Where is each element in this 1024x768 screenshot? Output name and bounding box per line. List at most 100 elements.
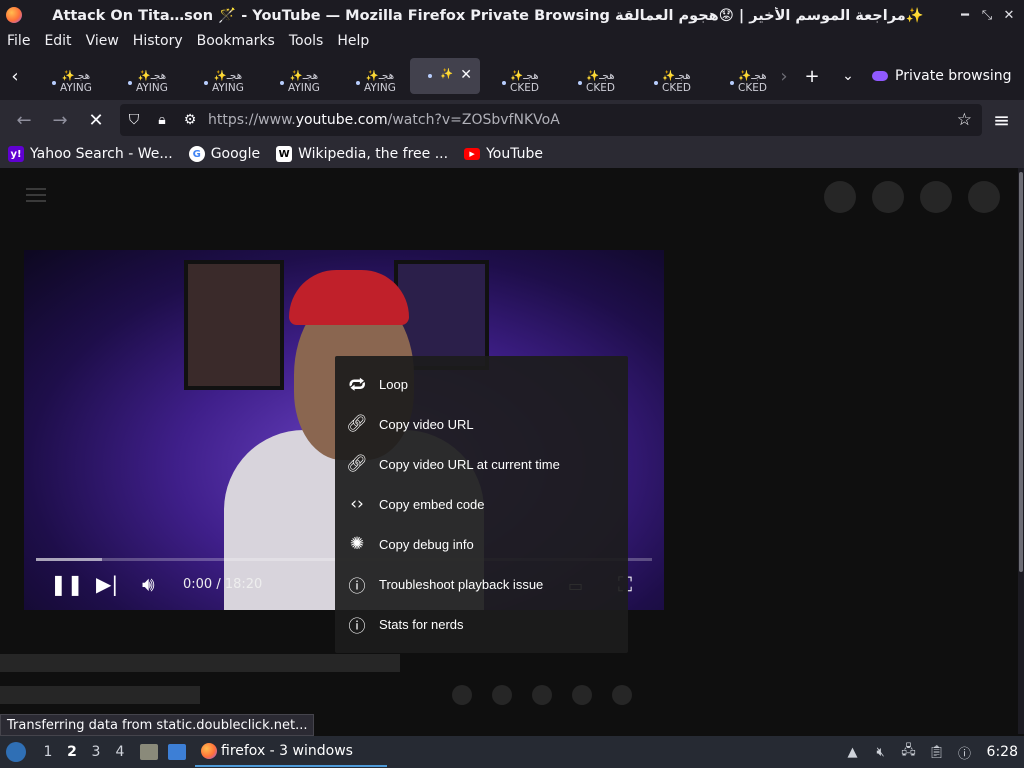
workspace-2[interactable]: 2 (60, 744, 84, 760)
minimize-icon[interactable]: ━ (954, 8, 976, 23)
scroll-tabs-right-icon[interactable]: › (774, 66, 794, 87)
action-placeholder (452, 685, 472, 705)
forward-icon[interactable]: → (42, 110, 78, 131)
menu-help[interactable]: Help (330, 33, 376, 49)
context-menu-loop[interactable]: 🔁︎ Loop (335, 364, 628, 404)
bookmark-star-icon[interactable]: ☆ (957, 110, 972, 130)
tab[interactable]: ✨هجـ AYING (258, 58, 334, 94)
workspace-3[interactable]: 3 (84, 744, 108, 760)
window-title: Attack On Tita…son 🪄 - YouTube — Mozilla… (52, 7, 924, 24)
stop-loading-icon[interactable]: ✕ (78, 110, 114, 131)
context-menu-troubleshoot[interactable]: ⓘ Troubleshoot playback issue (335, 564, 628, 604)
start-menu-icon[interactable] (6, 742, 26, 762)
navigation-toolbar: ← → ✕ ⛉ 🔒︎ ⚙︎ https://www.youtube.com/wa… (0, 100, 1024, 140)
show-desktop-icon[interactable] (168, 744, 186, 760)
clipboard-icon[interactable]: 📋︎ (927, 745, 947, 760)
next-video-icon[interactable]: ▶︎| (96, 572, 118, 596)
bookmark-label: Google (210, 146, 261, 162)
network-icon[interactable]: 🖧 (899, 741, 919, 763)
menu-file[interactable]: File (0, 33, 37, 49)
video-time: 0:00 / 18:20 (183, 577, 263, 592)
tab-dot-icon (502, 81, 506, 85)
bookmark-yahoo[interactable]: y! Yahoo Search - We... (0, 146, 181, 162)
video-frame-cap (289, 270, 409, 325)
private-browsing-label: Private browsing (895, 68, 1012, 84)
context-menu-copy-embed-code[interactable]: ‹› Copy embed code (335, 484, 628, 524)
url-text[interactable]: https://www.youtube.com/watch?v=ZOSbvfNK… (208, 112, 560, 128)
tab-active[interactable]: ✨ ✕ (410, 58, 480, 94)
context-menu-stats-for-nerds[interactable]: ⓘ Stats for nerds (335, 604, 628, 644)
bug-icon: ✺ (349, 534, 365, 554)
close-tab-icon[interactable]: ✕ (460, 67, 472, 83)
taskbar-firefox-task[interactable]: firefox - 3 windows (195, 737, 387, 767)
notification-icon[interactable]: ⓘ (955, 743, 975, 762)
yahoo-favicon-icon: y! (8, 146, 24, 162)
tracking-protection-shield-icon[interactable]: ⛉ (120, 112, 148, 128)
url-bar[interactable]: ⛉ 🔒︎ ⚙︎ https://www.youtube.com/watch?v=… (120, 104, 982, 136)
tab-label: ✨هجـ AYING (364, 70, 396, 94)
tab-label: ✨هجـ CKED (738, 70, 767, 94)
tab-label: ✨ (440, 68, 454, 80)
bookmark-label: Yahoo Search - We... (30, 146, 173, 162)
tab[interactable]: ✨هجـ AYING (30, 58, 106, 94)
link-icon: 🔗︎ (346, 414, 368, 434)
new-tab-icon[interactable]: + (794, 66, 830, 87)
context-menu-copy-debug-info[interactable]: ✺ Copy debug info (335, 524, 628, 564)
permissions-icon[interactable]: ⚙︎ (176, 112, 204, 128)
close-window-icon[interactable]: ✕ (998, 8, 1020, 23)
tab-label: ✨هجـ CKED (662, 70, 691, 94)
info-icon: ⓘ (348, 616, 366, 637)
google-favicon-icon: G (188, 146, 205, 162)
volume-icon[interactable]: 🔊︎ (142, 572, 155, 596)
code-icon: ‹› (350, 494, 364, 514)
tab[interactable]: ✨هجـ CKED (632, 58, 708, 94)
workspace-4[interactable]: 4 (108, 744, 132, 760)
file-manager-icon[interactable] (140, 744, 158, 760)
tab[interactable]: ✨هجـ AYING (106, 58, 182, 94)
task-label: firefox - 3 windows (221, 743, 353, 759)
tab[interactable]: ✨هجـ CKED (708, 58, 774, 94)
wikipedia-favicon-icon: W (276, 146, 293, 162)
firefox-logo-icon (6, 7, 22, 23)
bookmark-google[interactable]: G Google (181, 146, 268, 162)
clock: 6:28 (986, 744, 1018, 760)
bookmark-youtube[interactable]: ▶ YouTube (456, 146, 551, 162)
tab-dot-icon (578, 81, 582, 85)
update-icon[interactable]: ▲ (843, 745, 863, 760)
menu-bookmarks[interactable]: Bookmarks (190, 33, 282, 49)
scroll-tabs-left-icon[interactable]: ‹ (0, 66, 30, 87)
menu-history[interactable]: History (126, 33, 190, 49)
menu-edit[interactable]: Edit (37, 33, 78, 49)
tab[interactable]: ✨هجـ AYING (182, 58, 258, 94)
bookmark-wikipedia[interactable]: W Wikipedia, the free ... (268, 146, 456, 162)
volume-muted-icon[interactable]: 🔇︎ (871, 745, 891, 760)
lock-icon[interactable]: 🔒︎ (148, 112, 176, 128)
back-icon[interactable]: ← (6, 110, 42, 131)
menu-item-label: Loop (379, 376, 408, 392)
tab-dot-icon (280, 81, 284, 85)
workspace-1[interactable]: 1 (36, 744, 60, 760)
video-buffer-bar (36, 558, 102, 561)
restore-icon[interactable]: ⤡ (976, 8, 998, 23)
page-scrollbar[interactable] (1018, 168, 1024, 734)
tab-label: ✨هجـ AYING (60, 70, 92, 94)
scrollbar-thumb[interactable] (1019, 172, 1023, 572)
header-placeholder (824, 181, 856, 213)
app-menu-icon[interactable]: ≡ (993, 108, 1010, 132)
menu-tools[interactable]: Tools (282, 33, 331, 49)
tab-dot-icon (356, 81, 360, 85)
system-tray: ▲ 🔇︎ 🖧 📋︎ ⓘ 6:28 (839, 736, 1018, 768)
list-all-tabs-icon[interactable]: ⌄ (830, 68, 866, 84)
bookmark-label: YouTube (486, 146, 544, 162)
tab[interactable]: ✨هجـ CKED (556, 58, 632, 94)
context-menu-copy-video-url[interactable]: 🔗︎ Copy video URL (335, 404, 628, 444)
context-menu-copy-url-current-time[interactable]: 🔗︎ Copy video URL at current time (335, 444, 628, 484)
guide-menu-icon[interactable] (26, 188, 46, 202)
header-placeholder (968, 181, 1000, 213)
tab[interactable]: ✨هجـ AYING (334, 58, 410, 94)
tab-dot-icon (52, 81, 56, 85)
menu-item-label: Copy video URL (379, 416, 474, 432)
tab[interactable]: ✨هجـ CKED (480, 58, 556, 94)
pause-icon[interactable]: ❚❚ (50, 572, 84, 596)
menu-view[interactable]: View (79, 33, 126, 49)
